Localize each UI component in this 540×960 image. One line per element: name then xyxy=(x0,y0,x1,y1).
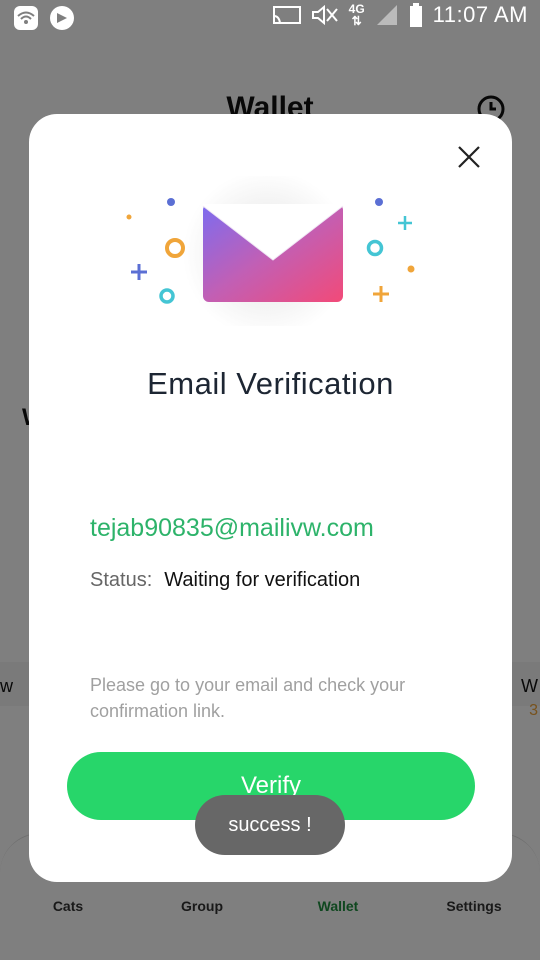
wifi-icon xyxy=(14,6,38,30)
verification-status: Status: Waiting for verification xyxy=(90,569,360,592)
clock: 11:07 AM xyxy=(432,2,528,27)
battery-icon xyxy=(409,3,422,27)
dialog-title: Email Verification xyxy=(147,366,394,401)
signal-icon xyxy=(376,5,397,25)
status-label: Status: xyxy=(90,569,153,591)
status-bar: 4G ⇅ 11:07 AM xyxy=(0,0,540,36)
status-value: Waiting for verification xyxy=(164,569,361,591)
cast-icon xyxy=(272,6,301,24)
status-right-icons: 4G ⇅ 11:07 AM xyxy=(272,2,528,28)
instruction-text: Please go to your email and check your c… xyxy=(90,675,406,721)
network-type: 4G ⇅ xyxy=(348,2,365,28)
email-verification-dialog: Email Verification tejab90835@mailivw.co… xyxy=(29,114,512,882)
envelope-icon xyxy=(126,176,415,326)
mute-icon xyxy=(311,5,338,25)
success-toast: success ! xyxy=(195,795,345,855)
status-left-icons xyxy=(14,6,74,30)
close-icon[interactable] xyxy=(454,142,484,172)
email-address: tejab90835@mailivw.com xyxy=(90,514,374,542)
app-notification-icon xyxy=(50,6,74,30)
